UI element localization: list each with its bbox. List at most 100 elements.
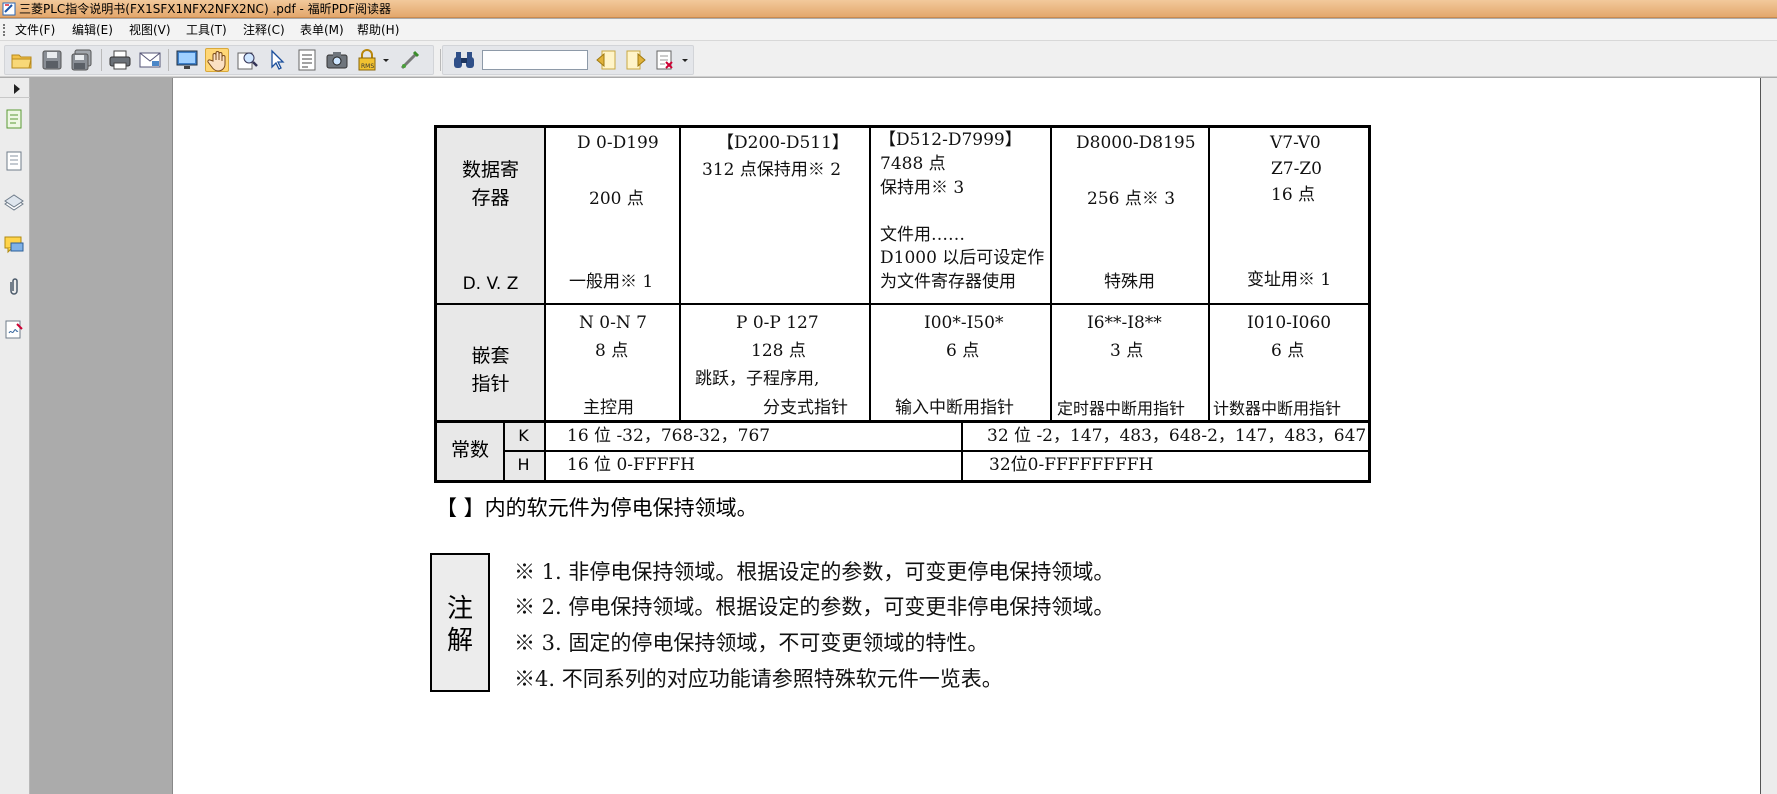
save-icon[interactable] [40, 48, 64, 72]
table-cell: 312 点保持用※ 2 [702, 160, 842, 180]
table-cell: 计数器中断用指针 [1213, 399, 1342, 418]
toolbar: RMS [0, 41, 1777, 77]
table-cell: 7488 点 [880, 154, 946, 174]
table-cell: 16 位 -32，768-32，767 [567, 426, 771, 446]
menu-file[interactable]: 文件(F) [15, 19, 55, 41]
navigation-panel [0, 78, 30, 794]
menu-tools[interactable]: 工具(T) [186, 19, 227, 41]
table-cell: N 0-N 7 [579, 313, 647, 333]
table-cell: 32 位 -2，147，483，648-2，147，483，647 [987, 426, 1367, 446]
vertical-scrollbar[interactable] [1760, 78, 1777, 794]
signature-panel-icon[interactable] [3, 318, 25, 340]
column-divider [869, 128, 871, 421]
table-cell: 文件用…… [880, 225, 965, 245]
menu-edit[interactable]: 编辑(E) [72, 19, 113, 41]
menu-forms[interactable]: 表单(M) [300, 19, 344, 41]
table-cell: 128 点 [751, 341, 806, 361]
column-divider [1050, 128, 1052, 421]
note-line: ※ 3. 固定的停电保持领域，不可变更领域的特性。 [514, 631, 989, 655]
menu-help[interactable]: 帮助(H) [357, 19, 399, 41]
notes-label-box: 注 解 [430, 553, 490, 692]
search-options-chevron-down-icon[interactable] [681, 48, 689, 72]
menu-comments[interactable]: 注释(C) [243, 19, 285, 41]
hand-tool-icon[interactable] [205, 48, 229, 72]
comments-panel-icon[interactable] [3, 234, 25, 256]
pages-panel-icon[interactable] [3, 108, 25, 130]
pointer-header: 嵌套 指针 [437, 342, 544, 398]
table-cell: D8000-D8195 [1076, 133, 1196, 153]
table-cell: D1000 以后可设定作 [880, 248, 1045, 268]
table-cell: 6 点 [946, 341, 980, 361]
email-icon[interactable] [138, 48, 162, 72]
column-divider [679, 128, 681, 421]
header-line: 存器 [471, 187, 510, 209]
table-cell: Z7-Z0 [1271, 159, 1322, 179]
table-cell: V7-V0 [1270, 133, 1321, 153]
table-cell: 定时器中断用指针 [1057, 399, 1186, 418]
table-cell: I00*-I50* [924, 313, 1004, 333]
table-cell: 32位0-FFFFFFFFH [989, 455, 1154, 475]
data-register-subheader: D. V. Z [462, 274, 519, 294]
find-binoculars-icon[interactable] [452, 48, 476, 72]
table-cell: 3 点 [1110, 341, 1144, 361]
table-cell: 为文件寄存器使用 [880, 272, 1016, 292]
table-cell: 变址用※ 1 [1247, 270, 1332, 290]
constant-k-label: K [518, 426, 529, 445]
constant-h-label: H [517, 455, 530, 474]
table-cell: 16 点 [1271, 185, 1316, 205]
search-options-icon[interactable] [654, 48, 678, 72]
foxit-app-icon [2, 2, 16, 16]
search-prev-icon[interactable] [594, 48, 618, 72]
notes-label-line: 解 [446, 626, 473, 656]
menu-view[interactable]: 视图(V) [129, 19, 171, 41]
column-divider [961, 421, 963, 480]
open-folder-icon[interactable] [10, 48, 34, 72]
column-divider [544, 128, 546, 480]
attachments-panel-icon[interactable] [3, 276, 25, 298]
zoom-tool-icon[interactable] [235, 48, 259, 72]
table-cell: P 0-P 127 [736, 313, 819, 333]
menu-bar: 文件(F) 编辑(E) 视图(V) 工具(T) 注释(C) 表单(M) 帮助(H… [0, 19, 1777, 41]
menu-grip-handle[interactable] [3, 24, 5, 36]
note-line: ※ 1. 非停电保持领域。根据设定的参数，可变更停电保持领域。 [514, 560, 1115, 584]
table-cell: 【D512-D7999】 [879, 130, 1022, 150]
toolbar-separator [168, 49, 169, 71]
table-cell: 8 点 [595, 341, 629, 361]
header-line: 数据寄 [461, 159, 519, 181]
print-icon[interactable] [108, 48, 132, 72]
table-cell: I010-I060 [1247, 313, 1332, 333]
text-select-icon[interactable] [295, 48, 319, 72]
table-cell: I6**-I8** [1087, 313, 1162, 333]
measure-tool-icon[interactable] [398, 48, 422, 72]
table-cell: 6 点 [1271, 341, 1305, 361]
table-cell: 主控用 [583, 398, 634, 418]
layers-panel-icon[interactable] [3, 192, 25, 214]
svg-text:RMS: RMS [361, 63, 374, 70]
notes-label: 注 解 [432, 593, 488, 657]
rms-dropdown-chevron-down-icon[interactable] [382, 48, 390, 72]
bookmarks-panel-icon[interactable] [3, 150, 25, 172]
select-arrow-icon[interactable] [265, 48, 289, 72]
note-line: ※ 2. 停电保持领域。根据设定的参数，可变更非停电保持领域。 [514, 595, 1115, 619]
snapshot-icon[interactable] [325, 48, 349, 72]
search-next-icon[interactable] [624, 48, 648, 72]
title-bar: 三菱PLC指令说明书(FX1SFX1NFX2NFX2NC) .pdf - 福昕P… [0, 0, 1777, 18]
rms-lock-icon[interactable]: RMS [355, 48, 379, 72]
expand-arrow-icon[interactable] [14, 84, 20, 94]
table-cell: 【D200-D511】 [717, 133, 849, 153]
table-cell: 200 点 [589, 189, 644, 209]
search-input[interactable] [482, 50, 588, 70]
fullscreen-icon[interactable] [175, 48, 199, 72]
table-cell: 16 位 0-FFFFH [567, 455, 696, 475]
row-divider [437, 303, 1368, 305]
table-cell: 跳跃，子程序用, [695, 369, 820, 389]
save-as-icon[interactable] [70, 48, 94, 72]
row-divider [503, 450, 1368, 452]
row-divider [437, 420, 1368, 423]
table-cell: 输入中断用指针 [895, 398, 1014, 418]
constant-header: 常数 [450, 439, 489, 461]
table-cell: 256 点※ 3 [1087, 189, 1176, 209]
panel-expand-bar[interactable] [0, 78, 30, 98]
bracket-note: 【 】内的软元件为停电保持领域。 [436, 496, 758, 520]
table-cell: 分支式指针 [763, 398, 848, 418]
